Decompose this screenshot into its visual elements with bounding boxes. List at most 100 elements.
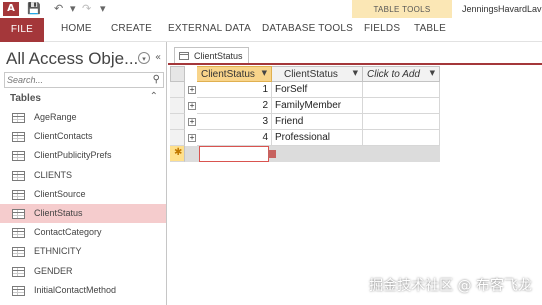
table-icon bbox=[12, 113, 25, 123]
cell-empty[interactable] bbox=[363, 82, 440, 98]
cell-empty[interactable] bbox=[363, 98, 440, 114]
nav-item-label: AgeRange bbox=[34, 112, 77, 122]
document-tab-underline bbox=[168, 63, 542, 65]
row-selector[interactable] bbox=[170, 130, 185, 146]
add-field-dropdown-icon[interactable]: ▼ bbox=[430, 69, 435, 77]
table-row[interactable]: + 2 FamilyMember bbox=[170, 98, 440, 114]
document-tab-clientstatus[interactable]: ClientStatus bbox=[174, 47, 249, 64]
expand-plus-icon[interactable]: + bbox=[188, 118, 196, 126]
nav-menu-dropdown-icon[interactable]: ▾ bbox=[138, 52, 150, 64]
nav-item-label: ClientStatus bbox=[34, 207, 83, 218]
cell-id[interactable]: 4 bbox=[197, 130, 272, 146]
access-app-icon[interactable]: A bbox=[3, 2, 19, 16]
row-selector[interactable] bbox=[170, 82, 185, 98]
table-icon bbox=[179, 52, 189, 60]
cell-id[interactable]: 2 bbox=[197, 98, 272, 114]
nav-item-contactcategory[interactable]: ContactCategory bbox=[0, 223, 166, 242]
nav-item-label: InitialContactMethod bbox=[34, 284, 117, 295]
tab-fields[interactable]: FIELDS bbox=[364, 23, 400, 34]
column-header-status[interactable]: ClientStatus ▼ bbox=[272, 66, 363, 82]
nav-group-tables[interactable]: Tables ⌃ bbox=[0, 90, 166, 108]
cell-status[interactable]: ForSelf bbox=[272, 82, 363, 98]
title-bar: A 💾 ↶ ▾ ↷ ▾ bbox=[0, 0, 542, 18]
datasheet-grid: ClientStatus ▼ ClientStatus ▼ Click to A… bbox=[168, 66, 542, 305]
table-icon bbox=[12, 132, 25, 143]
redo-icon[interactable]: ↷ bbox=[82, 2, 91, 16]
cell-id[interactable]: 1 bbox=[197, 82, 272, 98]
nav-item-clientpublicityprefs[interactable]: ClientPublicityPrefs bbox=[0, 146, 166, 165]
cell-status[interactable]: FamilyMember bbox=[272, 98, 363, 114]
nav-item-label: GENDER bbox=[34, 265, 73, 276]
customize-toolbar-icon[interactable]: ▾ bbox=[100, 2, 106, 16]
cell-status[interactable]: Professional bbox=[272, 130, 363, 146]
nav-pane-title[interactable]: All Access Obje... bbox=[6, 49, 138, 69]
collapse-chevron-icon[interactable]: ⌃ bbox=[150, 91, 158, 102]
nav-item-label: CLIENTS bbox=[34, 169, 73, 180]
column-header-label: ClientStatus bbox=[284, 69, 338, 80]
undo-dropdown-icon[interactable]: ▾ bbox=[70, 2, 76, 16]
table-icon bbox=[12, 247, 25, 258]
table-icon bbox=[12, 266, 25, 277]
nav-item-ethnicity[interactable]: ETHNICITY bbox=[0, 242, 166, 261]
nav-item-clients[interactable]: CLIENTS bbox=[0, 166, 166, 185]
tab-external-data[interactable]: EXTERNAL DATA bbox=[168, 23, 251, 34]
cell-empty[interactable] bbox=[363, 114, 440, 130]
window-title: JenningsHavardLav bbox=[462, 4, 542, 14]
tab-file[interactable]: FILE bbox=[0, 18, 44, 42]
shutter-bar-close-icon[interactable]: « bbox=[152, 52, 164, 64]
tab-table[interactable]: TABLE bbox=[414, 23, 446, 34]
nav-item-clientcontacts[interactable]: ClientContacts bbox=[0, 127, 166, 146]
table-tools-label: TABLE TOOLS bbox=[373, 5, 431, 14]
table-row[interactable]: + 4 Professional bbox=[170, 130, 440, 146]
nav-item-initialcontactmethod[interactable]: InitialContactMethod bbox=[0, 281, 166, 300]
search-icon[interactable]: ⚲ bbox=[153, 73, 160, 87]
table-row[interactable]: + 1 ForSelf bbox=[170, 82, 440, 98]
nav-item-label: ClientSource bbox=[34, 188, 86, 199]
undo-icon[interactable]: ↶ bbox=[54, 2, 63, 16]
tab-home[interactable]: HOME bbox=[61, 23, 92, 34]
ribbon-tabs: FILE HOME CREATE EXTERNAL DATA DATABASE … bbox=[0, 18, 542, 42]
row-selector[interactable]: ✱ bbox=[170, 146, 185, 162]
sort-dropdown-icon[interactable]: ▼ bbox=[262, 69, 267, 77]
row-selector[interactable] bbox=[170, 98, 185, 114]
tab-database-tools[interactable]: DATABASE TOOLS bbox=[262, 23, 353, 34]
expand-plus-icon[interactable]: + bbox=[188, 86, 196, 94]
table-icon bbox=[12, 151, 25, 162]
document-tab-label: ClientStatus bbox=[194, 51, 243, 61]
expand-plus-icon[interactable]: + bbox=[188, 102, 196, 110]
table-icon bbox=[12, 285, 25, 296]
table-icon bbox=[12, 208, 25, 219]
nav-item-clientstatus[interactable]: ClientStatus bbox=[0, 203, 166, 224]
column-header-label: ClientStatus bbox=[201, 69, 255, 80]
column-header-id[interactable]: ClientStatus ▼ bbox=[197, 66, 272, 82]
nav-item-gender[interactable]: GENDER bbox=[0, 262, 166, 281]
nav-search-box: ⚲ bbox=[4, 72, 164, 88]
tab-create[interactable]: CREATE bbox=[111, 23, 152, 34]
cell-id[interactable]: 3 bbox=[197, 114, 272, 130]
sort-dropdown-icon[interactable]: ▼ bbox=[353, 69, 358, 77]
select-all-corner[interactable] bbox=[170, 66, 185, 82]
nav-table-list: AgeRange ClientContacts ClientPublicityP… bbox=[0, 108, 166, 300]
expand-plus-icon[interactable]: + bbox=[188, 134, 196, 142]
watermark: 掘金技术社区 @ 布客飞龙 bbox=[369, 278, 532, 294]
new-record-id-cell[interactable] bbox=[199, 146, 269, 162]
cell-empty[interactable] bbox=[363, 130, 440, 146]
nav-search-input[interactable] bbox=[7, 74, 142, 86]
cell-status[interactable]: Friend bbox=[272, 114, 363, 130]
new-record-row[interactable]: ✱ bbox=[170, 146, 440, 162]
table-icon bbox=[12, 228, 25, 239]
table-icon bbox=[12, 170, 25, 181]
nav-item-clientsource[interactable]: ClientSource bbox=[0, 185, 166, 204]
nav-item-label: ContactCategory bbox=[34, 227, 102, 238]
nav-group-label: Tables bbox=[10, 93, 41, 104]
table-icon bbox=[12, 189, 25, 200]
row-selector[interactable] bbox=[170, 114, 185, 130]
focus-marker-icon bbox=[268, 150, 276, 158]
table-row[interactable]: + 3 Friend bbox=[170, 114, 440, 130]
nav-item-label: ClientPublicityPrefs bbox=[34, 150, 112, 161]
column-header-click-to-add[interactable]: Click to Add ▼ bbox=[363, 66, 440, 82]
document-area: ClientStatus ClientStatus ▼ ClientStatus… bbox=[168, 42, 542, 305]
save-icon[interactable]: 💾 bbox=[27, 2, 41, 16]
nav-item-agerange[interactable]: AgeRange bbox=[0, 108, 166, 127]
nav-item-label: ClientContacts bbox=[34, 131, 93, 142]
